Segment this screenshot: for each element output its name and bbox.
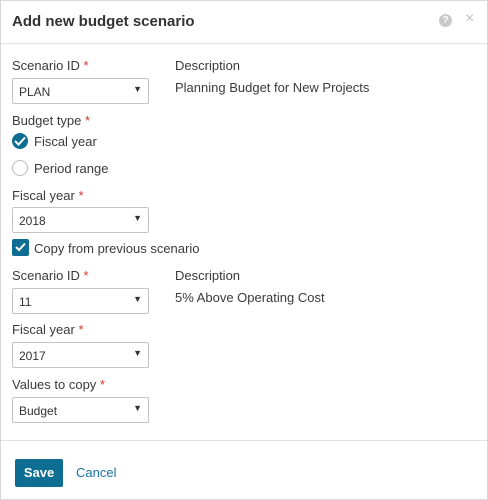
required-marker: *	[99, 377, 105, 392]
budget-type-label-text: Budget type	[12, 113, 82, 128]
chevron-down-icon: ▼	[133, 84, 142, 94]
source-fiscal-year-select[interactable]: 2017 ▼	[12, 342, 149, 368]
save-button[interactable]: Save	[15, 459, 63, 487]
dialog-footer: Save Cancel	[1, 440, 487, 500]
cancel-button[interactable]: Cancel	[76, 465, 116, 480]
scenario-id-label: Scenario ID *	[12, 58, 89, 73]
source-scenario-id-label: Scenario ID *	[12, 268, 89, 283]
source-description-value: 5% Above Operating Cost	[175, 290, 325, 305]
radio-fiscal-year-label[interactable]: Fiscal year	[34, 134, 97, 149]
required-marker: *	[85, 113, 91, 128]
fiscal-year-value: 2018	[19, 214, 46, 228]
check-icon	[14, 136, 26, 146]
add-budget-scenario-dialog: Add new budget scenario ? × Scenario ID …	[0, 0, 488, 500]
source-fiscal-year-label-text: Fiscal year	[12, 322, 75, 337]
source-scenario-id-label-text: Scenario ID	[12, 268, 80, 283]
radio-fiscal-year[interactable]	[12, 133, 28, 149]
scenario-id-value: PLAN	[19, 85, 51, 99]
scenario-id-label-text: Scenario ID	[12, 58, 80, 73]
source-fiscal-year-value: 2017	[19, 349, 46, 363]
copy-previous-checkbox[interactable]	[12, 239, 29, 256]
chevron-down-icon: ▼	[133, 213, 142, 223]
chevron-down-icon: ▼	[133, 348, 142, 358]
radio-period-range[interactable]	[12, 160, 28, 176]
values-to-copy-select[interactable]: Budget ▼	[12, 397, 149, 423]
required-marker: *	[78, 322, 84, 337]
fiscal-year-select[interactable]: 2018 ▼	[12, 207, 149, 233]
check-icon	[15, 242, 26, 252]
required-marker: *	[83, 268, 89, 283]
dialog-header: Add new budget scenario ? ×	[1, 1, 487, 44]
chevron-down-icon: ▼	[133, 294, 142, 304]
copy-previous-label[interactable]: Copy from previous scenario	[34, 241, 199, 256]
values-to-copy-label-text: Values to copy	[12, 377, 97, 392]
chevron-down-icon: ▼	[133, 403, 142, 413]
source-scenario-id-value: 11	[19, 295, 32, 309]
fiscal-year-label-text: Fiscal year	[12, 188, 75, 203]
source-scenario-id-select[interactable]: 11 ▼	[12, 288, 149, 314]
budget-type-label: Budget type *	[12, 113, 90, 128]
question-circle-icon[interactable]: ?	[439, 14, 452, 27]
values-to-copy-value: Budget	[19, 404, 58, 418]
scenario-id-select[interactable]: PLAN ▼	[12, 78, 149, 104]
description-label: Description	[175, 58, 241, 73]
required-marker: *	[78, 188, 84, 203]
required-marker: *	[83, 58, 89, 73]
radio-period-range-label[interactable]: Period range	[34, 161, 108, 176]
source-fiscal-year-label: Fiscal year *	[12, 322, 84, 337]
fiscal-year-label: Fiscal year *	[12, 188, 84, 203]
close-icon[interactable]: ×	[465, 11, 474, 27]
dialog-title: Add new budget scenario	[12, 13, 195, 30]
values-to-copy-label: Values to copy *	[12, 377, 105, 392]
description-value: Planning Budget for New Projects	[175, 80, 370, 95]
source-description-label: Description	[175, 268, 241, 283]
